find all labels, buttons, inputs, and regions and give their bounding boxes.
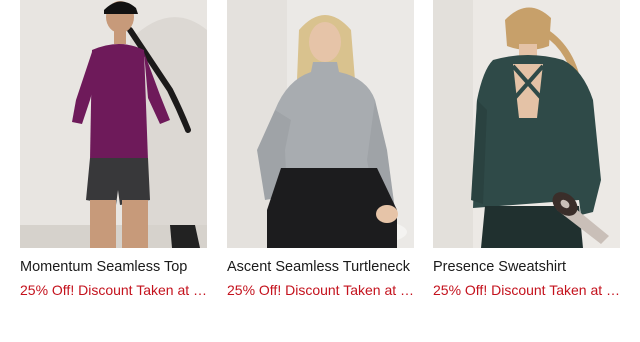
product-card[interactable]: Momentum Seamless Top 25% Off! Discount …	[20, 0, 212, 299]
product-card[interactable]: Ascent Seamless Turtleneck 25% Off! Disc…	[227, 0, 419, 299]
product-grid: Momentum Seamless Top 25% Off! Discount …	[0, 0, 640, 342]
product-image[interactable]	[20, 0, 207, 248]
promo-text: 25% Off! Discount Taken at Checkout	[20, 282, 212, 298]
promo-text: 25% Off! Discount Taken at Checkout	[227, 282, 419, 298]
product-image[interactable]	[227, 0, 414, 248]
product-card[interactable]: Presence Sweatshirt 25% Off! Discount Ta…	[433, 0, 625, 299]
product-image[interactable]	[433, 0, 620, 248]
product-name[interactable]: Presence Sweatshirt	[433, 258, 620, 276]
product-name[interactable]: Ascent Seamless Turtleneck	[227, 258, 414, 276]
promo-text: 25% Off! Discount Taken at Checkout	[433, 282, 625, 298]
product-name[interactable]: Momentum Seamless Top	[20, 258, 207, 276]
